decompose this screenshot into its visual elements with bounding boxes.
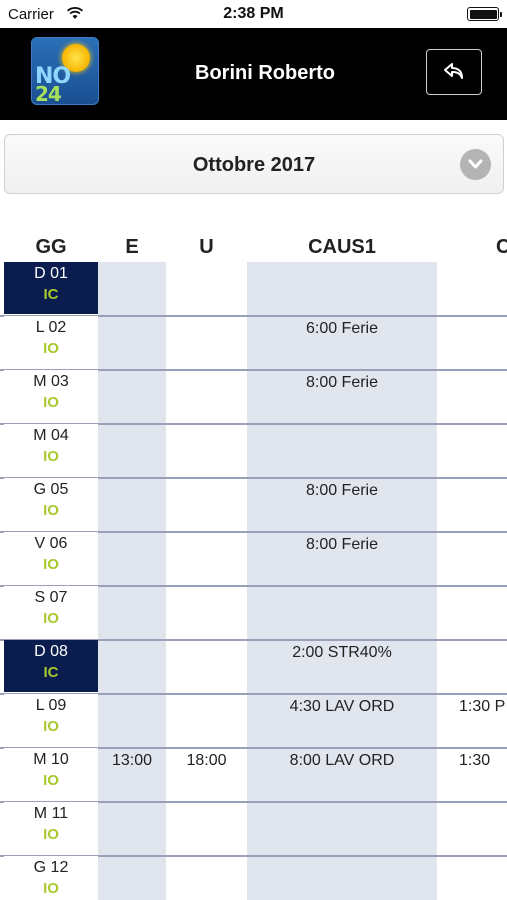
attendance-table: GG E U CAUS1 C D 01 IC L 02 IO 6:00 Ferie M 0… xyxy=(0,228,507,900)
day-cell[interactable]: L 09 IO xyxy=(4,694,98,746)
header-caus1: CAUS1 xyxy=(308,236,376,258)
header-u: U xyxy=(199,236,214,258)
page-title: Borini Roberto xyxy=(195,62,335,84)
reply-arrow-icon xyxy=(444,63,463,79)
day-code-badge: IO xyxy=(43,880,59,897)
day-code-badge: IO xyxy=(43,448,59,465)
day-cell[interactable]: G 05 IO xyxy=(4,478,98,530)
cell-caus1: 8:00 Ferie xyxy=(305,536,379,553)
day-code-badge: IC xyxy=(43,664,59,681)
cell-caus2: 1:30 xyxy=(459,752,491,769)
day-label: M 03 xyxy=(33,373,69,390)
month-label: Ottobre 2017 xyxy=(192,154,316,176)
day-label: D 08 xyxy=(34,643,68,660)
chevron-down-icon[interactable] xyxy=(460,149,491,180)
day-cell[interactable]: D 08 IC xyxy=(4,640,98,692)
cell-caus1: 8:00 Ferie xyxy=(305,374,379,391)
day-code-badge: IO xyxy=(43,502,59,519)
day-label: L 02 xyxy=(35,319,67,336)
cell-caus1: 4:30 LAV ORD xyxy=(289,698,395,715)
month-dropdown[interactable]: Ottobre 2017 xyxy=(4,134,504,194)
day-code-badge: IO xyxy=(43,718,59,735)
day-label: D 01 xyxy=(34,265,68,282)
battery-icon xyxy=(467,7,502,21)
cell-caus1: 8:00 Ferie xyxy=(305,482,379,499)
day-label: M 10 xyxy=(33,751,69,768)
day-cell[interactable]: M 10 IO xyxy=(4,748,98,800)
table-row[interactable]: V 06 IO 8:00 Ferie xyxy=(0,532,507,587)
table-row[interactable]: S 07 IO xyxy=(0,586,507,641)
day-code-badge: IO xyxy=(43,772,59,789)
app-header: NO 24 Borini Roberto xyxy=(0,28,507,120)
day-code-badge: IO xyxy=(43,826,59,843)
day-code-badge: IO xyxy=(43,340,59,357)
day-cell[interactable]: M 11 IO xyxy=(4,802,98,854)
table-row[interactable]: M 10 IO 13:00 18:00 8:00 LAV ORD 1:30 xyxy=(0,748,507,803)
cell-e: 13:00 xyxy=(111,752,153,769)
table-row[interactable]: G 05 IO 8:00 Ferie xyxy=(0,478,507,533)
cell-caus1: 2:00 STR40% xyxy=(292,644,392,661)
day-label: G 12 xyxy=(33,859,69,876)
table-row[interactable]: L 02 IO 6:00 Ferie xyxy=(0,316,507,371)
cell-caus1: 8:00 LAV ORD xyxy=(289,752,395,769)
day-code-badge: IC xyxy=(43,286,59,303)
header-caus2: C xyxy=(496,236,507,258)
table-row[interactable]: G 12 IO xyxy=(0,856,507,900)
day-label: S 07 xyxy=(34,589,68,606)
day-cell[interactable]: M 04 IO xyxy=(4,424,98,476)
day-cell[interactable]: L 02 IO xyxy=(4,316,98,368)
day-cell[interactable]: G 12 IO xyxy=(4,856,98,900)
cell-caus2: 1:30 P xyxy=(459,698,506,715)
app-logo: NO 24 xyxy=(31,37,99,105)
day-cell[interactable]: D 01 IC xyxy=(4,262,98,314)
day-code-badge: IO xyxy=(43,394,59,411)
back-button[interactable] xyxy=(426,49,482,95)
day-label: G 05 xyxy=(33,481,69,498)
day-cell[interactable]: S 07 IO xyxy=(4,586,98,638)
day-label: V 06 xyxy=(34,535,68,552)
cell-caus1: 6:00 Ferie xyxy=(305,320,379,337)
table-row[interactable]: M 11 IO xyxy=(0,802,507,857)
table-row[interactable]: L 09 IO 4:30 LAV ORD 1:30 P xyxy=(0,694,507,749)
header-e: E xyxy=(125,236,139,258)
clock: 2:38 PM xyxy=(223,5,284,22)
day-code-badge: IO xyxy=(43,610,59,627)
day-label: M 11 xyxy=(33,805,69,822)
day-cell[interactable]: M 03 IO xyxy=(4,370,98,422)
day-cell[interactable]: V 06 IO xyxy=(4,532,98,584)
day-code-badge: IO xyxy=(43,556,59,573)
table-row[interactable]: D 01 IC xyxy=(0,262,507,317)
cell-u: 18:00 xyxy=(186,752,227,769)
day-label: M 04 xyxy=(33,427,69,444)
header-gg: GG xyxy=(35,236,67,258)
table-row[interactable]: M 04 IO xyxy=(0,424,507,479)
status-bar: Carrier 2:38 PM xyxy=(0,0,507,28)
day-label: L 09 xyxy=(35,697,67,714)
table-row[interactable]: M 03 IO 8:00 Ferie xyxy=(0,370,507,425)
table-row[interactable]: D 08 IC 2:00 STR40% xyxy=(0,640,507,695)
